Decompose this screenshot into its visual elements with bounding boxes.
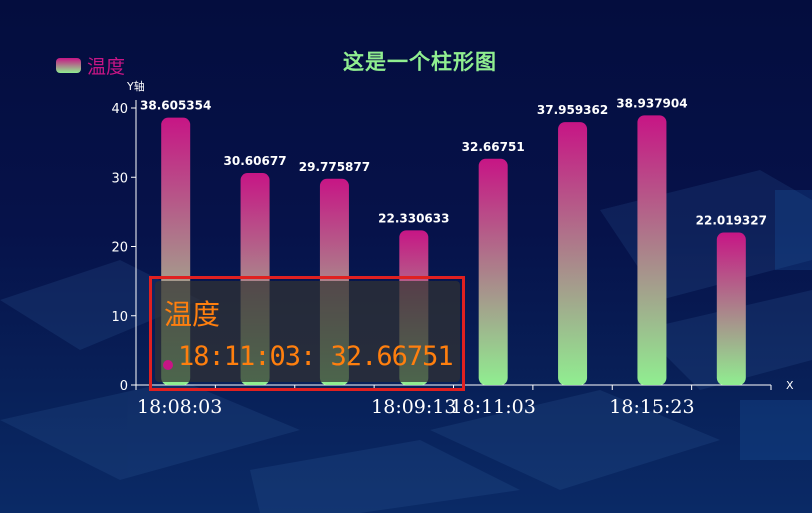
y-tick-label: 0 xyxy=(120,379,128,394)
bar[interactable] xyxy=(637,115,667,385)
data-label: 29.775877 xyxy=(299,160,370,174)
data-label: 38.605354 xyxy=(140,99,211,113)
x-tick-label: 18:15:23 xyxy=(609,396,694,418)
y-tick-label: 20 xyxy=(111,241,128,256)
x-tick-label: 18:08:03 xyxy=(137,396,222,418)
y-tick-label: 30 xyxy=(111,171,128,186)
bar[interactable] xyxy=(558,122,588,386)
y-tick-label: 40 xyxy=(111,102,128,117)
y-axis-label: Y轴 xyxy=(127,80,145,93)
x-axis-label: X xyxy=(786,379,794,392)
y-tick-label: 10 xyxy=(111,310,128,325)
highlight-box xyxy=(149,276,465,391)
data-label: 32.66751 xyxy=(462,140,525,154)
bar[interactable] xyxy=(716,232,746,385)
data-label: 22.019327 xyxy=(696,214,767,228)
bar[interactable] xyxy=(478,158,508,385)
data-label: 38.937904 xyxy=(616,96,687,110)
data-label: 37.959362 xyxy=(537,103,608,117)
x-tick-label: 18:11:03 xyxy=(451,396,536,418)
data-label: 22.330633 xyxy=(378,211,449,225)
x-tick-label: 18:09:13 xyxy=(371,396,456,418)
chart-title: 这是一个柱形图 xyxy=(343,50,497,74)
data-label: 30.60677 xyxy=(224,154,287,168)
